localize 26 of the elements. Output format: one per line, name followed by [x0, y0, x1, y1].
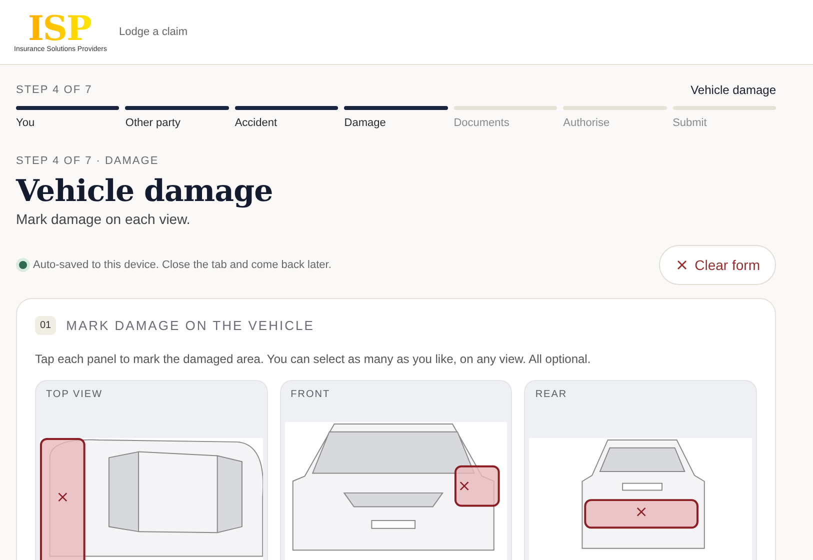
close-icon [676, 260, 687, 270]
view-title: TOP VIEW [45, 389, 104, 400]
step-label: Accident [234, 117, 278, 129]
step-counter: STEP 4 OF 7 [16, 84, 92, 96]
step-label: You [16, 117, 36, 129]
damage-zone[interactable] [584, 499, 699, 529]
view-title: REAR [534, 389, 568, 400]
lodge-claim-link[interactable]: Lodge a claim [119, 26, 188, 38]
current-step-title: Vehicle damage [690, 83, 776, 97]
eyebrow-text: STEP 4 OF 7 · DAMAGE [16, 155, 159, 167]
clear-form-button[interactable]: Clear form [658, 245, 776, 285]
step-label: Documents [454, 117, 510, 129]
step-label: Submit [672, 117, 708, 129]
status-dot [19, 261, 27, 269]
autosave-message: Auto-saved to this device. Close the tab and come back later. [33, 259, 332, 271]
page-subtitle: Mark damage on each view. [16, 211, 192, 227]
step-label: Other party [125, 117, 182, 129]
damage-zone[interactable] [454, 465, 500, 507]
step-label: Damage [344, 117, 387, 129]
section-number: 01 [35, 316, 56, 335]
view-title: FRONT [290, 389, 332, 400]
step-label: Authorise [563, 117, 611, 129]
section-heading: MARK DAMAGE ON THE VEHICLE [66, 318, 314, 333]
damage-zone[interactable] [40, 438, 86, 560]
section-hint: Tap each panel to mark the damaged area. You can select as many as you like, on any view. All optional. [35, 352, 592, 366]
page-title: Vehicle damage [16, 174, 274, 209]
